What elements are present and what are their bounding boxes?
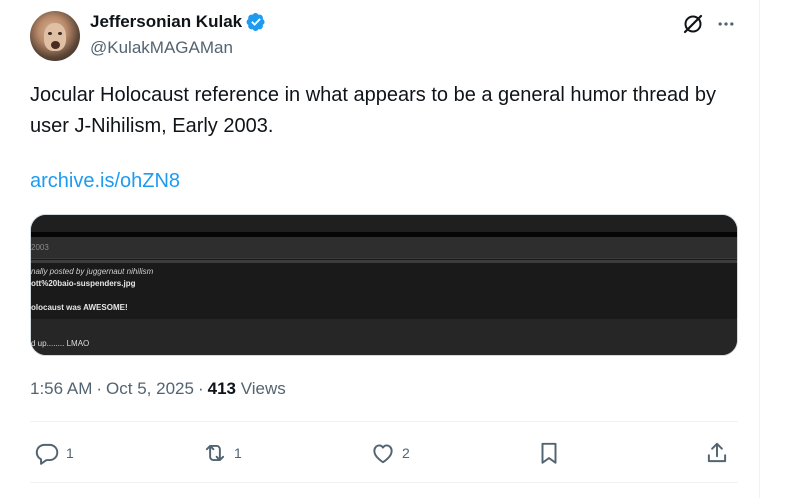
author-name-row: Jeffersonian Kulak	[90, 12, 266, 32]
bookmark-icon	[541, 442, 557, 464]
grok-icon[interactable]	[681, 12, 705, 36]
reply-icon	[35, 443, 59, 465]
divider	[30, 482, 738, 483]
repost-button[interactable]: 1	[202, 436, 242, 470]
tweet-text: Jocular Holocaust reference in what appe…	[30, 84, 716, 137]
author-display-name[interactable]: Jeffersonian Kulak	[90, 12, 242, 32]
views-label: Views	[240, 379, 286, 398]
repost-icon	[205, 444, 225, 462]
repost-count: 1	[234, 445, 242, 461]
media-image-line: ott%20baio-suspenders.jpg	[31, 279, 136, 288]
tweet-article: Jeffersonian Kulak @KulakMAGAMan Jocular…	[0, 0, 760, 498]
heart-icon	[373, 444, 393, 464]
action-bar: 1 1 2	[30, 436, 738, 470]
share-button[interactable]	[704, 436, 730, 470]
verified-badge-icon	[246, 13, 265, 31]
reply-button[interactable]: 1	[34, 436, 74, 470]
media-reply-line: d up........ LMAO	[31, 339, 90, 348]
media-quote-header: nally posted by juggernaut nihilism	[31, 267, 154, 276]
views-count: 413	[207, 379, 236, 398]
tweet-meta: 1:56 AM · Oct 5, 2025 · 413 Views	[30, 379, 286, 399]
author-handle[interactable]: @KulakMAGAMan	[90, 38, 233, 58]
avatar[interactable]	[30, 11, 80, 61]
attached-image[interactable]: 2003 nally posted by juggernaut nihilism…	[30, 214, 738, 356]
tweet-date[interactable]: Oct 5, 2025	[106, 379, 194, 399]
tweet-time[interactable]: 1:56 AM	[30, 379, 92, 399]
tweet-link[interactable]: archive.is/ohZN8	[30, 170, 180, 193]
meta-separator: ·	[96, 379, 103, 398]
media-date: 2003	[31, 243, 49, 252]
more-options-icon[interactable]	[714, 12, 738, 36]
meta-separator: ·	[197, 379, 204, 398]
share-icon	[707, 442, 727, 463]
like-count: 2	[402, 445, 410, 461]
bookmark-button[interactable]	[536, 436, 562, 470]
like-button[interactable]: 2	[370, 436, 410, 470]
divider	[30, 421, 738, 422]
reply-count: 1	[66, 445, 74, 461]
media-bold-line: olocaust was AWESOME!	[31, 303, 128, 312]
